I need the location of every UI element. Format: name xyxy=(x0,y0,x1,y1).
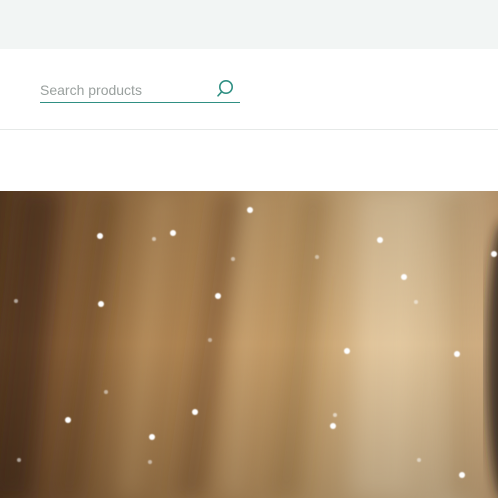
hero-image xyxy=(0,191,498,498)
search-button[interactable] xyxy=(216,78,238,100)
site-header xyxy=(0,49,498,130)
top-banner xyxy=(0,0,498,49)
search-input[interactable] xyxy=(40,79,210,101)
hero-banner xyxy=(0,191,498,498)
search-icon xyxy=(217,80,233,97)
search-bar xyxy=(40,76,240,103)
content-spacer xyxy=(0,130,498,191)
